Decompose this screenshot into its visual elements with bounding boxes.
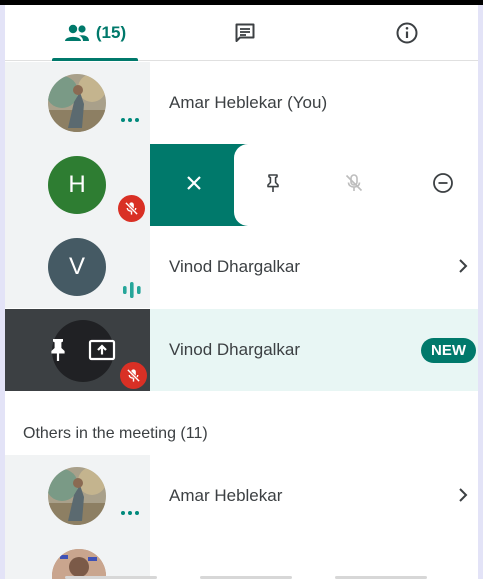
avatar [48,74,106,132]
chat-icon [233,21,257,45]
mute-participant-button [339,170,369,200]
info-icon [395,21,419,45]
tab-info[interactable] [372,5,442,61]
participant-tile [5,309,150,391]
participant-name: Vinod Dhargalkar [169,340,301,359]
row-actions [150,144,478,226]
participant-row[interactable]: V Vinod Dhargalkar [5,226,478,308]
mic-off-icon [118,195,145,222]
audio-level-icon [122,281,142,304]
participant-row[interactable]: H [5,144,478,226]
people-count: (15) [95,23,127,42]
mic-off-icon [120,362,147,389]
present-screen-icon [88,339,116,366]
participant-tile [5,62,150,144]
chevron-right-icon [458,487,468,508]
action-panel [234,144,478,226]
participant-name: Vinod Dhargalkar [169,257,301,276]
close-icon [185,174,203,197]
avatar: H [48,156,106,214]
pin-button[interactable] [258,170,288,200]
remove-participant-button[interactable] [428,170,458,200]
pin-icon [46,337,70,368]
avatar [48,467,106,525]
chevron-right-icon [458,258,468,279]
participant-row[interactable]: Vinod Dhargalkar NEW [5,309,478,391]
participant-row[interactable]: Amar Heblekar (You) [5,62,478,144]
participant-tile [5,455,150,537]
participant-name: Amar Heblekar (You) [169,93,328,112]
tab-people[interactable]: (15) [25,5,165,61]
participant-row[interactable]: Amar Heblekar [5,455,478,537]
more-dots-icon [121,511,139,515]
participant-info: Vinod Dhargalkar NEW [150,309,478,391]
pin-icon [262,172,284,199]
avatar: V [48,238,106,296]
tab-chat[interactable] [210,5,280,61]
participant-tile: H [5,144,150,226]
avatar [52,549,106,579]
active-tab-indicator [52,58,138,61]
remove-icon [432,172,454,199]
participant-tile [5,537,150,579]
more-dots-icon [121,118,139,122]
new-badge: NEW [421,338,476,363]
mic-off-icon [343,172,365,199]
participant-name: Amar Heblekar [169,486,283,505]
close-actions-button[interactable] [150,144,238,226]
section-header: Others in the meeting (11) [23,425,208,442]
tab-bar: (15) [5,5,478,61]
right-edge [478,0,483,579]
people-icon [64,24,90,42]
participant-tile: V [5,226,150,308]
